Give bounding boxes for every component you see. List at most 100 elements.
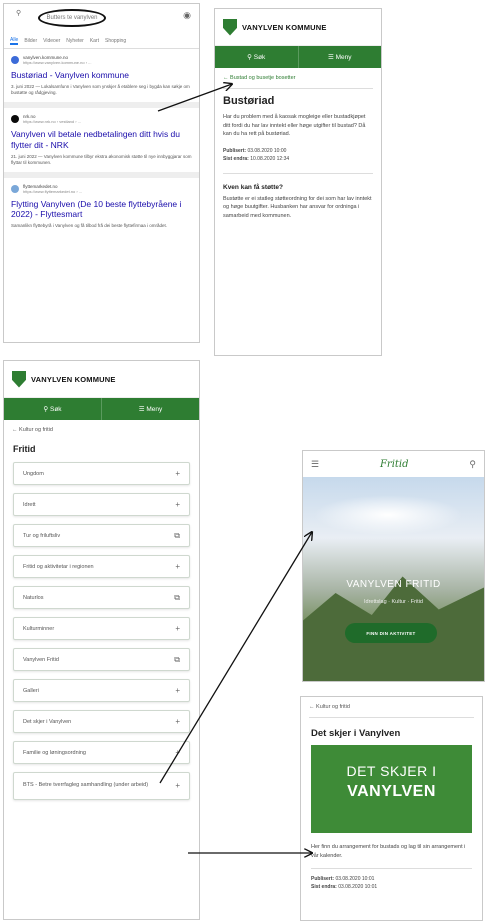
search-bar: ⚲ Butters te vanylven ◉	[4, 4, 199, 34]
search-tabs: Alle Bilder Videoer Nyheter Kart Shoppin…	[4, 34, 199, 49]
result-snippet: 21. juni 2022 — Vanylven kommune tilbyr …	[11, 153, 192, 165]
tab-videos[interactable]: Videoer	[43, 38, 60, 44]
accordion-item[interactable]: Det skjer i Vanylven +	[13, 710, 190, 733]
expand-plus-icon: +	[175, 780, 180, 790]
tab-maps[interactable]: Kart	[90, 38, 99, 44]
site-header: ☰ Fritid ⚲	[303, 451, 484, 477]
site-logo[interactable]: Fritid	[380, 459, 409, 470]
accordion-item-label: Tur og friluftsliv	[23, 532, 61, 539]
result-url: https://www.nrk.no › vestland › ...	[23, 119, 82, 125]
section-body: Bustøtte er ei statleg støtteordning for…	[223, 195, 372, 219]
divider	[223, 88, 373, 89]
accordion-list: Ungdom + Idrett + Tur og friluftsliv ⧉ Fritid …	[4, 462, 199, 800]
page-title: Bustøriad	[223, 95, 275, 107]
expand-plus-icon: +	[175, 500, 180, 509]
search-icon[interactable]: ⚲	[16, 9, 21, 17]
tab-shopping[interactable]: Shopping	[105, 38, 126, 44]
accordion-item-label: Galleri	[23, 687, 39, 694]
expand-plus-icon: +	[175, 748, 180, 757]
accordion-item-label: Ungdom	[23, 470, 44, 477]
accordion-item-label: Fritid og aktivitetar i regionen	[23, 563, 94, 570]
accordion-item-label: Idrett	[23, 501, 36, 508]
article-body: Har du problem med å kaosak mogleige ell…	[223, 114, 366, 138]
search-result: vanylven.kommune.no https://www.vanylven…	[4, 49, 199, 109]
menu-icon[interactable]: ☰	[311, 459, 319, 470]
result-snippet: Samanlikn flyttebyrå i Vanylven og få ti…	[11, 223, 167, 229]
search-button[interactable]: ⚲ Søk	[215, 46, 299, 68]
result-title-link[interactable]: Flytting Vanylven (De 10 beste flyttebyr…	[11, 199, 192, 219]
search-icon[interactable]: ⚲	[469, 459, 476, 470]
search-button[interactable]: ⚲ Søk	[4, 398, 102, 420]
section-title: Kven kan få støtte?	[223, 183, 283, 191]
accordion-item[interactable]: Tur og friluftsliv ⧉	[13, 524, 190, 547]
expand-plus-icon: +	[175, 624, 180, 633]
kommune-header: VANYLVEN KOMMUNE	[4, 361, 199, 398]
camera-icon[interactable]: ◉	[183, 10, 191, 21]
search-query-input[interactable]: Butters te vanylven	[38, 9, 106, 27]
expand-plus-icon: +	[175, 562, 180, 571]
breadcrumb[interactable]: ← Kultur og fritid	[301, 697, 482, 717]
kommune-nav-bar: ⚲ Søk ☰ Meny	[4, 398, 199, 420]
result-title-link[interactable]: Vanylven vil betale nedbetalingen ditt h…	[11, 129, 192, 149]
result-snippet: 3. juni 2022 — Lokalsamfunn i Vanylven s…	[11, 84, 190, 96]
kommune-header: VANYLVEN KOMMUNE	[215, 9, 381, 46]
hero-title: VANYLVEN FRITID	[346, 579, 441, 590]
kommune-shield-icon	[223, 18, 237, 36]
accordion-item[interactable]: Familie og løningsordning +	[13, 741, 190, 764]
site-favicon-icon	[11, 115, 19, 124]
search-result: nrk.no https://www.nrk.no › vestland › .…	[4, 108, 199, 178]
search-result: flyttemarkedet.no https://www.flyttemark…	[4, 178, 199, 235]
breadcrumb[interactable]: ← Bustad og busetje bosetter	[215, 68, 381, 88]
accordion-item-label: Familie og løningsordning	[23, 749, 86, 756]
site-favicon-icon	[11, 56, 19, 64]
accordion-item-label: Vanylven Fritid	[23, 656, 59, 663]
banner-line-1: DET SKJER I	[346, 763, 437, 779]
accordion-item[interactable]: Vanylven Fritid ⧉	[13, 648, 190, 671]
search-results-screen: ⚲ Butters te vanylven ◉ Alle Bilder Vide…	[3, 3, 200, 343]
page-meta: Publisert: 03.08.2020 10:01 Sist endra: …	[311, 876, 378, 891]
tab-images[interactable]: Bilder	[24, 38, 37, 44]
external-link-icon: ⧉	[174, 654, 180, 664]
result-url: https://www.vanylven.kommune.no › ...	[23, 60, 92, 65]
tab-all[interactable]: Alle	[10, 37, 19, 45]
fritid-list-screen: VANYLVEN KOMMUNE ⚲ Søk ☰ Meny ← Kultur o…	[3, 360, 200, 920]
result-url: https://www.flyttemarkedet.no › ...	[23, 188, 83, 194]
kommune-name[interactable]: VANYLVEN KOMMUNE	[31, 375, 116, 384]
external-link-icon: ⧉	[174, 530, 180, 540]
accordion-item[interactable]: Galleri +	[13, 679, 190, 702]
kommune-shield-icon	[12, 370, 26, 388]
menu-button[interactable]: ☰ Meny	[299, 46, 382, 68]
divider	[309, 717, 474, 718]
find-activity-button[interactable]: FINN DIN AKTIVITET	[345, 623, 437, 643]
divider	[223, 172, 373, 174]
accordion-item[interactable]: Idrett +	[13, 493, 190, 516]
article-screen: VANYLVEN KOMMUNE ⚲ Søk ☰ Meny ← Bustad o…	[214, 8, 382, 356]
accordion-item-label: Naturlos	[23, 594, 44, 601]
hero-subtitle: Idrettslag · Kultur · Fritid	[364, 599, 423, 605]
kommune-name[interactable]: VANYLVEN KOMMUNE	[242, 23, 327, 32]
expand-plus-icon: +	[175, 717, 180, 726]
menu-button[interactable]: ☰ Meny	[102, 398, 199, 420]
accordion-item[interactable]: Naturlos ⧉	[13, 586, 190, 609]
tab-news[interactable]: Nyheter	[66, 38, 84, 44]
divider	[311, 868, 472, 870]
page-title: Det skjer i Vanylven	[311, 728, 401, 739]
page-title: Fritid	[13, 444, 36, 454]
banner-line-2: VANYLVEN	[347, 783, 436, 800]
accordion-item[interactable]: BTS - Betre tverrfagleg samhandling (und…	[13, 772, 190, 800]
event-banner[interactable]: DET SKJER I VANYLVEN	[311, 745, 472, 833]
event-page-screen: ← Kultur og fritid Det skjer i Vanylven …	[300, 696, 483, 921]
expand-plus-icon: +	[175, 469, 180, 478]
accordion-item[interactable]: Ungdom +	[13, 462, 190, 485]
breadcrumb[interactable]: ← Kultur og fritid	[4, 420, 199, 440]
accordion-item[interactable]: Fritid og aktivitetar i regionen +	[13, 555, 190, 578]
kommune-nav-bar: ⚲ Søk ☰ Meny	[215, 46, 381, 68]
site-favicon-icon	[11, 184, 19, 193]
page-body: Her finn du arrangement for bustads og l…	[311, 844, 466, 859]
article-meta: Publisert: 03.08.2020 10:00 Sist endra: …	[223, 147, 290, 162]
result-title-link[interactable]: Bustøriad - Vanylven kommune	[11, 70, 192, 80]
fritid-site-screen: ☰ Fritid ⚲ VANYLVEN FRITID Idrettslag · …	[302, 450, 485, 682]
external-link-icon: ⧉	[174, 592, 180, 602]
accordion-item[interactable]: Kulturminner +	[13, 617, 190, 640]
accordion-item-label: BTS - Betre tverrfagleg samhandling (und…	[23, 782, 149, 789]
